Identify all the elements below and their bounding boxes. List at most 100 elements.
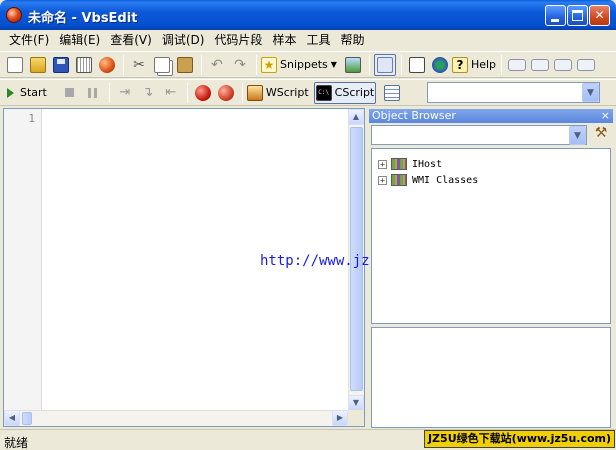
- maximize-button[interactable]: [567, 5, 588, 26]
- window-panel-icon: [376, 56, 393, 73]
- dropdown-caret-icon: ▼: [330, 60, 337, 69]
- object-browser-dropdown[interactable]: ▼: [371, 125, 587, 145]
- watermark-banner: JZ5U绿色下载站(www.jz5u.com): [424, 430, 615, 448]
- toolbar-separator: [400, 54, 402, 75]
- stop-icon: [65, 88, 75, 97]
- step-into-button[interactable]: ⇥: [114, 82, 136, 104]
- pause-icon: [88, 87, 98, 98]
- start-button[interactable]: Start: [4, 82, 50, 104]
- expand-plus-icon[interactable]: +: [378, 159, 387, 169]
- run-ball-button[interactable]: [96, 54, 118, 76]
- scrollbar-corner: [348, 410, 364, 426]
- title-bar[interactable]: 未命名 - VbsEdit ✕: [0, 0, 616, 30]
- library-books-icon: [391, 158, 407, 170]
- redo-button[interactable]: ↷: [229, 54, 251, 76]
- cut-button[interactable]: ✂: [128, 54, 150, 76]
- minimize-button[interactable]: [545, 5, 566, 26]
- object-browser-panel: Object Browser × ▼ ⚒ + IHost + WMI Class…: [369, 108, 613, 428]
- object-browser-toggle[interactable]: [373, 53, 396, 76]
- gear-icon: [431, 56, 448, 73]
- comment-button-4[interactable]: [575, 54, 597, 76]
- save-disk-icon: [53, 56, 69, 73]
- speech-bubble-icon: [531, 58, 550, 71]
- save-button[interactable]: [50, 54, 72, 76]
- object-browser-title: Object Browser: [372, 109, 456, 122]
- speech-bubble-icon: [577, 58, 596, 71]
- close-icon[interactable]: ×: [601, 109, 610, 123]
- wscript-button[interactable]: WScript: [246, 82, 309, 104]
- object-tree[interactable]: + IHost + WMI Classes: [371, 148, 611, 324]
- toolbar-separator: [241, 82, 243, 103]
- horizontal-scrollbar[interactable]: ◀ ▶: [4, 410, 348, 426]
- horizontal-scroll-thumb[interactable]: [22, 412, 32, 425]
- scissors-icon: ✂: [133, 56, 145, 73]
- procedure-dropdown[interactable]: ▼: [427, 82, 600, 103]
- find-binoculars-icon[interactable]: ⚒: [591, 125, 611, 145]
- step-out-button[interactable]: ⇤: [160, 82, 182, 104]
- snippets-button[interactable]: ★ Snippets ▼: [261, 54, 337, 76]
- breakpoint-button[interactable]: [192, 82, 214, 104]
- comment-button-2[interactable]: [529, 54, 551, 76]
- schedule-button[interactable]: [73, 54, 95, 76]
- document-button[interactable]: [406, 54, 428, 76]
- vbsedit-app-icon[interactable]: [6, 7, 22, 23]
- insert-image-button[interactable]: [342, 54, 364, 76]
- menu-bar: 文件(F) 编辑(E) 查看(V) 调试(D) 代码片段 样本 工具 帮助: [0, 30, 616, 50]
- paste-button[interactable]: [174, 54, 196, 76]
- clear-breakpoints-button[interactable]: [215, 82, 237, 104]
- menu-snippets[interactable]: 代码片段: [209, 31, 267, 49]
- toolbar-separator: [256, 54, 257, 75]
- snippets-label: Snippets: [280, 58, 328, 71]
- menu-samples[interactable]: 样本: [267, 31, 301, 49]
- undo-button[interactable]: ↶: [206, 54, 228, 76]
- chevron-down-icon[interactable]: ▼: [582, 83, 599, 102]
- window-title: 未命名 - VbsEdit: [28, 11, 138, 26]
- toolbar-separator: [108, 82, 110, 103]
- menu-tools[interactable]: 工具: [301, 31, 335, 49]
- menu-view[interactable]: 查看(V): [105, 31, 157, 49]
- scroll-up-icon[interactable]: ▲: [348, 109, 364, 125]
- cscript-button[interactable]: C:\ CScript: [313, 81, 377, 104]
- cscript-label: CScript: [334, 86, 375, 99]
- minimize-icon: [551, 19, 559, 22]
- stop-button[interactable]: [59, 82, 81, 104]
- output-list-button[interactable]: [381, 82, 403, 104]
- toolbar-separator: [201, 54, 202, 75]
- step-over-button[interactable]: ↴: [137, 82, 159, 104]
- document-icon: [408, 56, 425, 73]
- maximize-icon: [572, 10, 583, 21]
- tree-item-wmi-classes[interactable]: + WMI Classes: [378, 173, 478, 187]
- comment-button-3[interactable]: [552, 54, 574, 76]
- wscript-label: WScript: [265, 86, 309, 99]
- status-text: 就绪: [4, 436, 29, 450]
- undo-icon: ↶: [211, 56, 223, 73]
- tree-item-ihost[interactable]: + IHost: [378, 157, 442, 171]
- menu-help[interactable]: 帮助: [335, 31, 369, 49]
- menu-edit[interactable]: 编辑(E): [54, 31, 105, 49]
- help-button[interactable]: ? Help: [451, 54, 496, 76]
- calendar-icon: [76, 56, 92, 73]
- scroll-down-icon[interactable]: ▼: [348, 395, 364, 411]
- comment-button-1[interactable]: [506, 54, 528, 76]
- options-button[interactable]: [429, 54, 451, 76]
- expand-plus-icon[interactable]: +: [378, 175, 387, 185]
- scroll-right-icon[interactable]: ▶: [332, 410, 348, 426]
- step-over-icon: ↴: [142, 84, 154, 100]
- close-icon: ✕: [594, 8, 605, 22]
- menu-debug[interactable]: 调试(D): [157, 31, 210, 49]
- open-button[interactable]: [27, 54, 49, 76]
- menu-file[interactable]: 文件(F): [4, 31, 54, 49]
- list-icon: [384, 84, 401, 101]
- library-books-icon: [391, 174, 407, 186]
- pause-button[interactable]: [82, 82, 104, 104]
- step-into-icon: ⇥: [119, 84, 131, 100]
- speech-bubble-icon: [508, 58, 527, 71]
- new-button[interactable]: [4, 54, 26, 76]
- close-button[interactable]: ✕: [589, 5, 610, 26]
- chevron-down-icon[interactable]: ▼: [569, 126, 586, 145]
- copy-button[interactable]: [151, 54, 173, 76]
- redo-icon: ↷: [234, 56, 246, 73]
- scroll-left-icon[interactable]: ◀: [4, 410, 20, 426]
- toolbar-separator: [501, 54, 503, 75]
- step-out-icon: ⇤: [165, 84, 177, 100]
